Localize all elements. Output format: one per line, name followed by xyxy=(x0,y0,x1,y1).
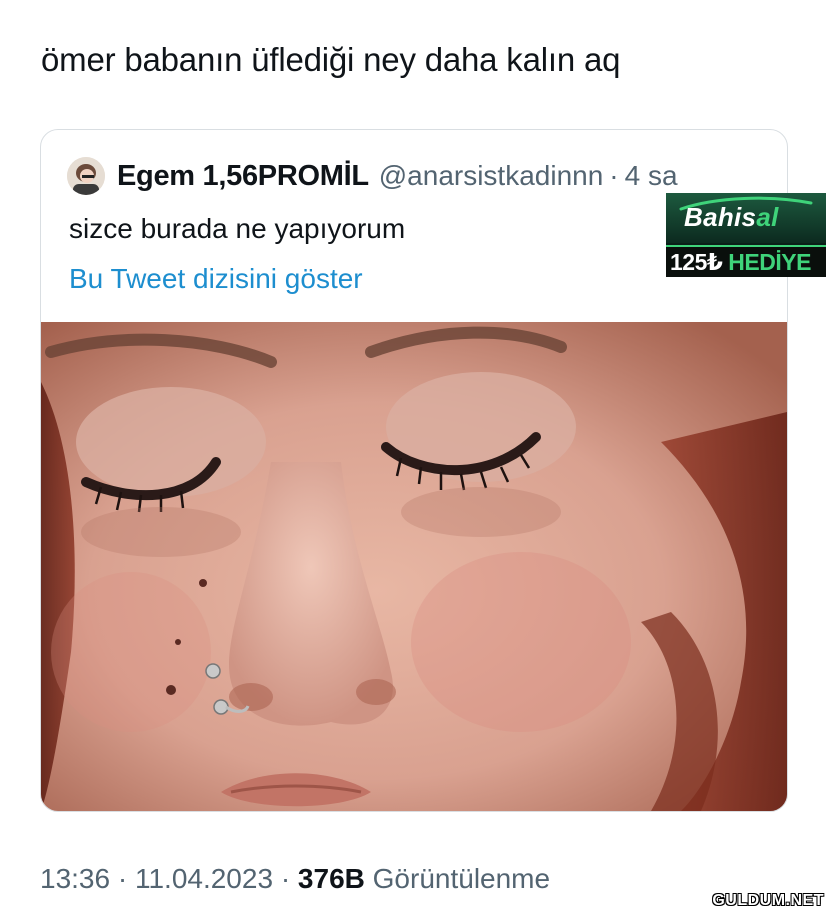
tweet-meta: 13:36 · 11.04.2023 · 376B Görüntülenme xyxy=(40,859,550,899)
quoted-handle[interactable]: @anarsistkadinnn xyxy=(379,160,604,192)
tweet-time[interactable]: 13:36 xyxy=(40,863,110,894)
show-thread-link[interactable]: Bu Tweet dizisini göster xyxy=(69,260,363,298)
ad-offer: 125₺ HEDİYE xyxy=(670,249,811,276)
tweet-date[interactable]: 11.04.2023 xyxy=(135,863,273,894)
ad-banner[interactable]: Bahisal 125₺ HEDİYE xyxy=(666,193,826,277)
quoted-display-name[interactable]: Egem 1,56PROMİL xyxy=(117,160,369,193)
quoted-tweet-photo[interactable] xyxy=(41,322,787,811)
quoted-tweet-text: sizce burada ne yapıyorum xyxy=(69,213,406,244)
ad-brand-main: Bahis xyxy=(684,202,757,232)
ad-brand-area: Bahisal xyxy=(666,193,826,243)
quoted-tweet-header: Egem 1,56PROMİL @anarsistkadinnn · 4 sa xyxy=(67,156,678,196)
tweet-text: ömer babanın üflediği ney daha kalın aq xyxy=(41,41,621,78)
ad-offer-amount: 125₺ xyxy=(670,249,723,275)
ad-brand: Bahisal xyxy=(684,202,779,233)
ad-offer-area: 125₺ HEDİYE xyxy=(666,245,826,277)
avatar[interactable] xyxy=(67,157,105,195)
header-separator: · xyxy=(609,160,619,191)
views-label: Görüntülenme xyxy=(372,863,551,894)
ad-offer-label: HEDİYE xyxy=(728,249,811,275)
ad-brand-accent: al xyxy=(756,202,779,232)
views-count: 376B xyxy=(297,863,365,894)
meta-separator: · xyxy=(117,863,128,894)
site-watermark: GULDUM.NET xyxy=(712,892,824,909)
user-avatar-icon xyxy=(67,157,105,195)
face-photo-image xyxy=(41,322,787,811)
quoted-timestamp[interactable]: 4 sa xyxy=(625,160,678,192)
meta-separator: · xyxy=(280,863,291,894)
